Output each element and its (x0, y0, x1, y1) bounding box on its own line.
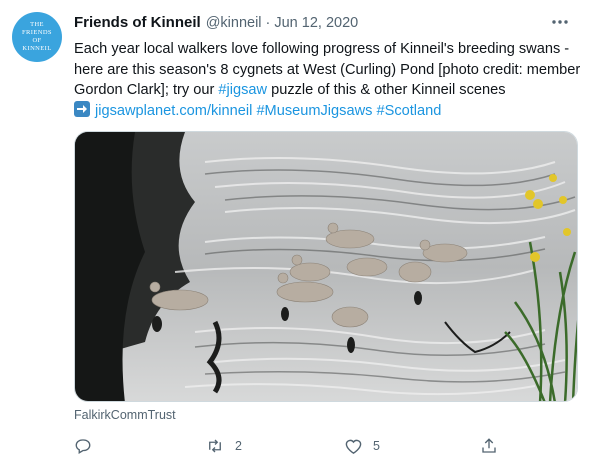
heart-icon (345, 439, 362, 454)
reply-icon (75, 439, 91, 454)
arrow-right-emoji-icon (74, 100, 90, 117)
avatar-line-1: THE (30, 21, 44, 28)
share-icon (482, 438, 496, 453)
avatar-line-2: FRIENDS (22, 29, 52, 36)
jigsawplanet-link[interactable]: jigsawplanet.com/kinneil (95, 103, 252, 119)
more-icon (552, 20, 568, 24)
like-count: 5 (373, 439, 380, 453)
source-label[interactable]: FalkirkCommTrust (74, 408, 176, 422)
tweet-actions: 2 5 (74, 434, 514, 458)
retweet-count: 2 (235, 439, 242, 453)
more-options-button[interactable] (548, 10, 572, 34)
separator-dot: · (265, 15, 271, 31)
tweet-photo[interactable] (74, 131, 578, 402)
share-button[interactable] (480, 434, 498, 458)
user-handle[interactable]: @kinneil (206, 15, 262, 31)
avatar-line-4: KINNEIL (22, 45, 52, 52)
like-button[interactable]: 5 (344, 434, 380, 458)
tweet-date[interactable]: Jun 12, 2020 (274, 15, 358, 31)
hashtag-scotland-link[interactable]: #Scotland (376, 103, 441, 119)
display-name[interactable]: Friends of Kinneil (74, 14, 201, 31)
retweet-icon (209, 439, 221, 453)
avatar[interactable]: THE FRIENDS OF KINNEIL (12, 12, 62, 62)
avatar-line-3: OF (32, 37, 42, 44)
tweet-header: Friends of Kinneil @kinneil · Jun 12, 20… (74, 14, 580, 34)
tweet-text: Each year local walkers love following p… (74, 39, 584, 121)
reply-button[interactable] (74, 434, 92, 458)
tweet-text-after-hashtag: puzzle of this & other Kinneil scenes (267, 82, 506, 98)
hashtag-jigsaw-link[interactable]: #jigsaw (218, 82, 267, 98)
retweet-button[interactable]: 2 (205, 434, 242, 458)
hashtag-museumjigsaws-link[interactable]: #MuseumJigsaws (256, 103, 372, 119)
